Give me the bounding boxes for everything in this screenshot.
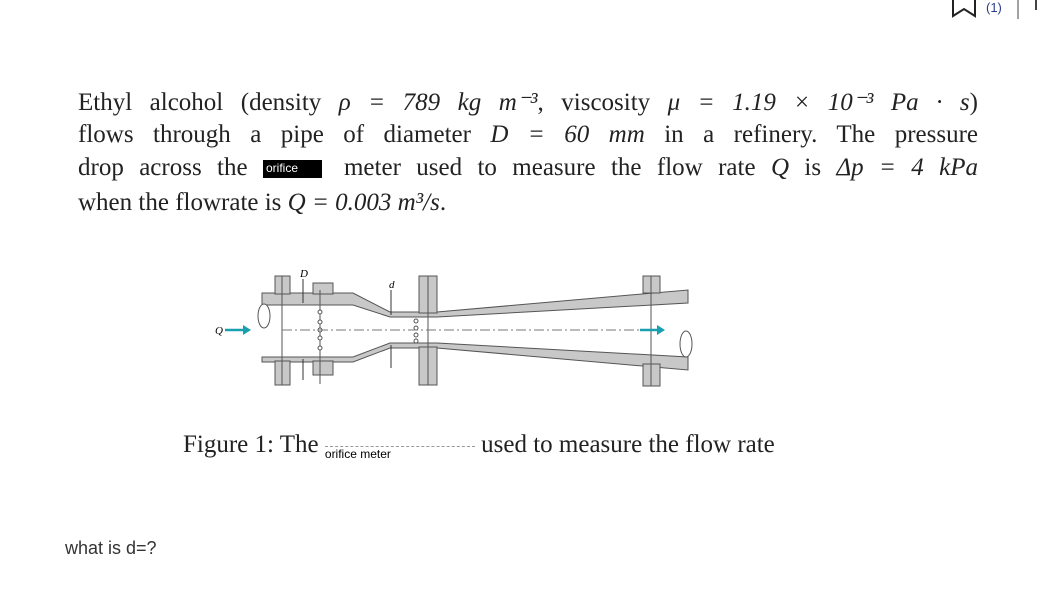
tap-flange-top [312, 282, 334, 295]
outlet-opening [679, 330, 693, 358]
tap-flange-bottom [312, 360, 334, 376]
outlet-arrow [640, 325, 665, 335]
label-Q: Q [215, 325, 223, 337]
caption-text: used to measure the flow rate [474, 431, 775, 458]
inlet-opening [257, 303, 271, 329]
label-d: d [389, 279, 395, 291]
inlet-arrow [225, 325, 251, 335]
question-text: what is d=? [65, 538, 157, 558]
venturi-figure: D d Q [215, 268, 693, 387]
caption-text: Figure 1: The [183, 431, 325, 458]
figure-caption: Figure 1: The orifice meter used to meas… [183, 431, 775, 461]
orifice-meter-overlay-label: orifice meter [324, 446, 475, 461]
label-D: D [299, 268, 308, 280]
